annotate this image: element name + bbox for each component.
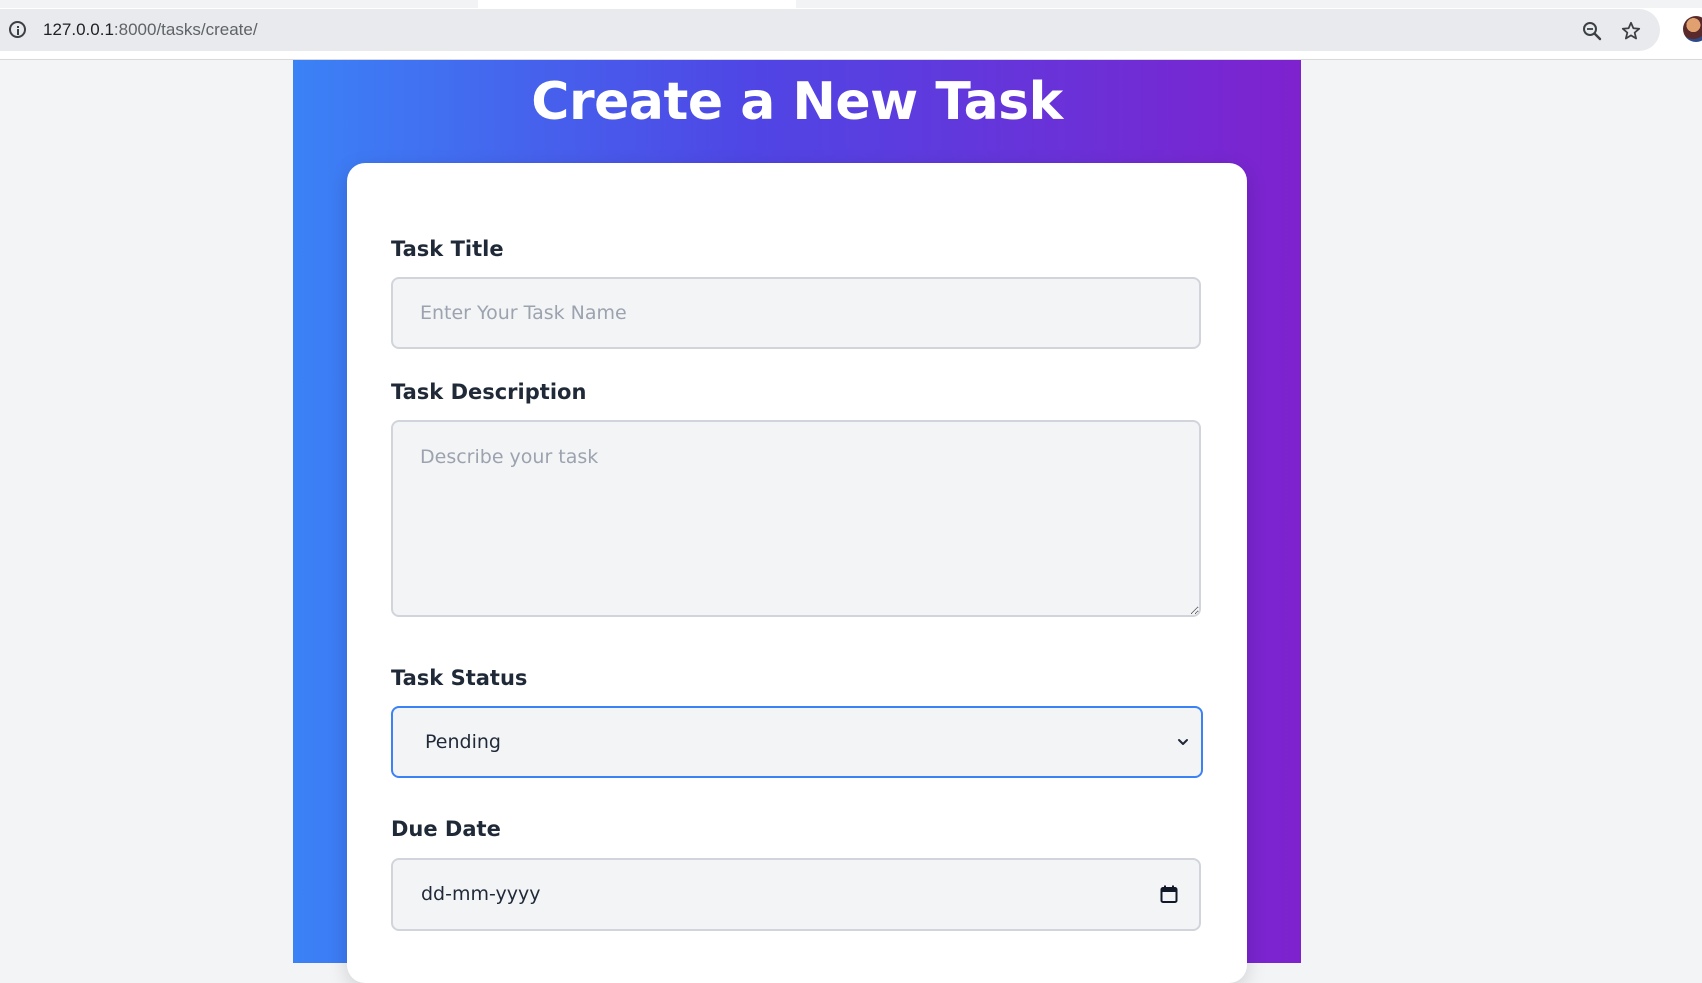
due-date-input[interactable]: dd-mm-yyyy bbox=[391, 858, 1201, 931]
url-path: :8000/tasks/create/ bbox=[113, 20, 258, 39]
page-body: Create a New Task Task Title Task Descri… bbox=[0, 60, 1702, 983]
address-bar[interactable]: 127.0.0.1:8000/tasks/create/ bbox=[0, 9, 1660, 51]
profile-avatar[interactable] bbox=[1683, 16, 1702, 42]
url-text[interactable]: 127.0.0.1:8000/tasks/create/ bbox=[43, 20, 258, 40]
task-title-input[interactable] bbox=[391, 277, 1201, 349]
task-form: Task Title Task Description Task Status … bbox=[347, 163, 1247, 983]
due-date-placeholder: dd-mm-yyyy bbox=[421, 883, 541, 905]
tab-strip bbox=[0, 0, 1702, 8]
browser-toolbar: 127.0.0.1:8000/tasks/create/ bbox=[0, 0, 1702, 60]
page-title: Create a New Task bbox=[531, 72, 1063, 132]
star-icon[interactable] bbox=[1620, 20, 1642, 42]
task-status-value: Pending bbox=[425, 731, 501, 753]
due-date-label: Due Date bbox=[391, 817, 501, 841]
hero-section: Create a New Task Task Title Task Descri… bbox=[293, 60, 1301, 983]
task-description-textarea[interactable] bbox=[391, 420, 1201, 617]
url-host: 127.0.0.1 bbox=[43, 20, 114, 39]
info-icon[interactable] bbox=[9, 21, 26, 38]
task-description-label: Task Description bbox=[391, 380, 587, 404]
calendar-icon[interactable] bbox=[1159, 884, 1179, 904]
task-status-label: Task Status bbox=[391, 666, 528, 690]
active-tab[interactable] bbox=[478, 0, 796, 8]
zoom-icon[interactable] bbox=[1582, 21, 1602, 41]
task-title-label: Task Title bbox=[391, 237, 504, 261]
chevron-down-icon bbox=[1178, 739, 1188, 745]
task-status-select[interactable]: Pending bbox=[391, 706, 1203, 778]
